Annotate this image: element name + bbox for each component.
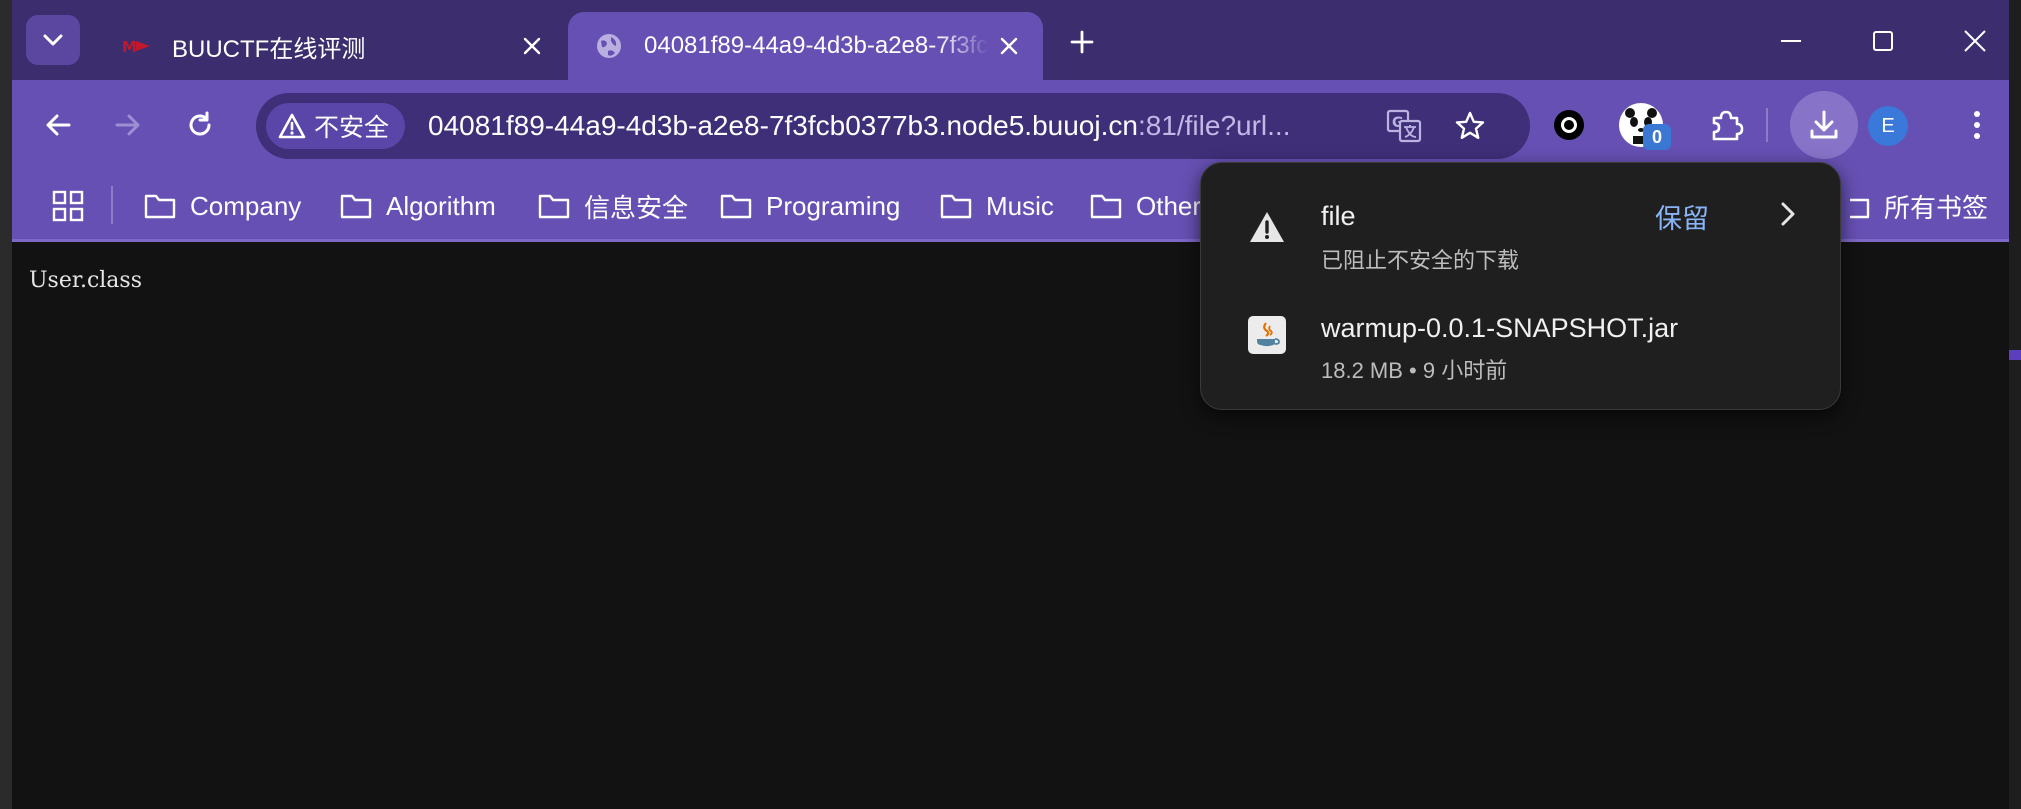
download-filename: file xyxy=(1321,201,1356,231)
apps-grid-icon xyxy=(52,190,84,222)
close-window-button[interactable] xyxy=(1931,14,2009,68)
bookmark-folder-other[interactable]: Other xyxy=(1090,182,1201,230)
extension-badge: 0 xyxy=(1643,124,1671,150)
java-file-icon xyxy=(1245,313,1289,357)
buuctf-logo-icon: M xyxy=(122,31,152,61)
close-tab-icon[interactable] xyxy=(989,26,1029,66)
svg-text:M: M xyxy=(122,38,137,56)
bookmarks-divider xyxy=(111,186,113,224)
bookmark-folder-company[interactable]: Company xyxy=(144,182,301,230)
globe-icon xyxy=(594,31,624,61)
circle-extension-icon xyxy=(1554,110,1584,140)
tab-title: 04081f89-44a9-4d3b-a2e8-7f3fcb0377b3.nod… xyxy=(644,32,989,59)
tab-search-button[interactable] xyxy=(26,15,80,65)
download-item-jar[interactable]: warmup-0.0.1-SNAPSHOT.jar 18.2 MB • 9 小时… xyxy=(1201,287,1842,407)
folder-icon xyxy=(538,194,570,219)
maximize-button[interactable] xyxy=(1839,14,1927,68)
download-icon xyxy=(1810,110,1838,139)
folder-icon xyxy=(1850,198,1870,219)
extensions-button[interactable] xyxy=(1702,100,1752,150)
bookmark-label: Company xyxy=(190,190,302,221)
download-meta: 18.2 MB • 9 小时前 xyxy=(1321,358,1508,383)
all-bookmarks-button[interactable]: 所有书签 xyxy=(1850,182,1988,230)
arrow-left-icon xyxy=(46,114,71,136)
toolbar: 不安全 04081f89-44a9-4d3b-a2e8-7f3fcb0377b3… xyxy=(12,80,2009,170)
tab-title: BUUCTF在线评测 xyxy=(172,35,366,63)
chevron-right-icon[interactable] xyxy=(1773,197,1803,231)
warning-icon xyxy=(1245,205,1289,249)
bookmark-label: 信息安全 xyxy=(584,192,689,223)
puzzle-icon xyxy=(1712,110,1744,141)
star-icon xyxy=(1455,111,1485,139)
background-window-edge-right xyxy=(2008,0,2021,809)
downloads-bubble: file 已阻止不安全的下载 保留 warmup-0.0.1-SNAPSHOT.… xyxy=(1200,162,1841,410)
page-text: User.class xyxy=(29,268,142,293)
keep-download-button[interactable]: 保留 xyxy=(1655,197,1709,236)
bookmark-folder-algorithm[interactable]: Algorithm xyxy=(340,182,496,230)
download-status: 已阻止不安全的下载 xyxy=(1321,248,1520,273)
translate-icon: G xyxy=(1386,109,1422,143)
more-vertical-icon xyxy=(1974,111,1980,139)
translate-button[interactable]: G xyxy=(1380,102,1428,150)
chevron-down-icon xyxy=(43,34,63,46)
toolbar-divider xyxy=(1766,108,1768,142)
profile-avatar[interactable]: E xyxy=(1868,106,1908,146)
folder-icon xyxy=(1090,194,1122,219)
arrow-right-icon xyxy=(115,114,140,136)
url-text[interactable]: 04081f89-44a9-4d3b-a2e8-7f3fcb0377b3.nod… xyxy=(428,93,1290,159)
url-path: :81/file?url... xyxy=(1137,110,1291,141)
bookmark-label: Other xyxy=(1136,190,1202,221)
address-bar[interactable]: 不安全 04081f89-44a9-4d3b-a2e8-7f3fcb0377b3… xyxy=(256,93,1530,159)
maximize-icon xyxy=(1873,31,1893,51)
forward-button[interactable] xyxy=(103,100,153,150)
reload-icon xyxy=(189,111,211,136)
bookmark-folder-programing[interactable]: Programing xyxy=(720,182,900,230)
all-bookmarks-label: 所有书签 xyxy=(1884,192,1989,223)
tab-buuctf[interactable]: M BUUCTF在线评测 xyxy=(96,12,566,80)
apps-button[interactable] xyxy=(46,184,90,228)
close-tab-icon[interactable] xyxy=(512,26,552,66)
bookmark-label: Algorithm xyxy=(386,190,496,221)
bookmark-star-button[interactable] xyxy=(1446,102,1494,150)
minimize-button[interactable] xyxy=(1747,14,1835,68)
bookmark-label: Music xyxy=(986,190,1054,221)
folder-icon xyxy=(144,194,176,219)
download-item-blocked[interactable]: file 已阻止不安全的下载 保留 xyxy=(1201,163,1842,287)
bookmark-label: Programing xyxy=(766,190,901,221)
bookmark-folder-music[interactable]: Music xyxy=(940,182,1054,230)
download-filename: warmup-0.0.1-SNAPSHOT.jar xyxy=(1321,313,1679,343)
warning-icon xyxy=(278,113,306,139)
folder-icon xyxy=(720,194,752,219)
folder-icon xyxy=(940,194,972,219)
plus-icon xyxy=(1070,30,1094,54)
new-tab-button[interactable] xyxy=(1060,20,1104,64)
tab-strip: M BUUCTF在线评测 04081f89-44a9-4d3b-a2e8-7f3… xyxy=(12,0,2009,80)
menu-button[interactable] xyxy=(1952,100,2002,150)
reload-button[interactable] xyxy=(175,100,225,150)
tab-active-file[interactable]: 04081f89-44a9-4d3b-a2e8-7f3fcb0377b3.nod… xyxy=(568,12,1043,80)
security-label: 不安全 xyxy=(314,114,390,142)
bookmark-folder-infosec[interactable]: 信息安全 xyxy=(538,182,688,230)
back-button[interactable] xyxy=(33,100,83,150)
security-indicator[interactable]: 不安全 xyxy=(266,103,406,149)
extension-circle-button[interactable] xyxy=(1544,100,1594,150)
minimize-icon xyxy=(1781,40,1801,42)
url-host: 04081f89-44a9-4d3b-a2e8-7f3fcb0377b3.nod… xyxy=(428,110,1138,141)
folder-icon xyxy=(340,194,372,219)
downloads-button[interactable] xyxy=(1790,91,1858,159)
close-icon xyxy=(1964,30,1986,52)
